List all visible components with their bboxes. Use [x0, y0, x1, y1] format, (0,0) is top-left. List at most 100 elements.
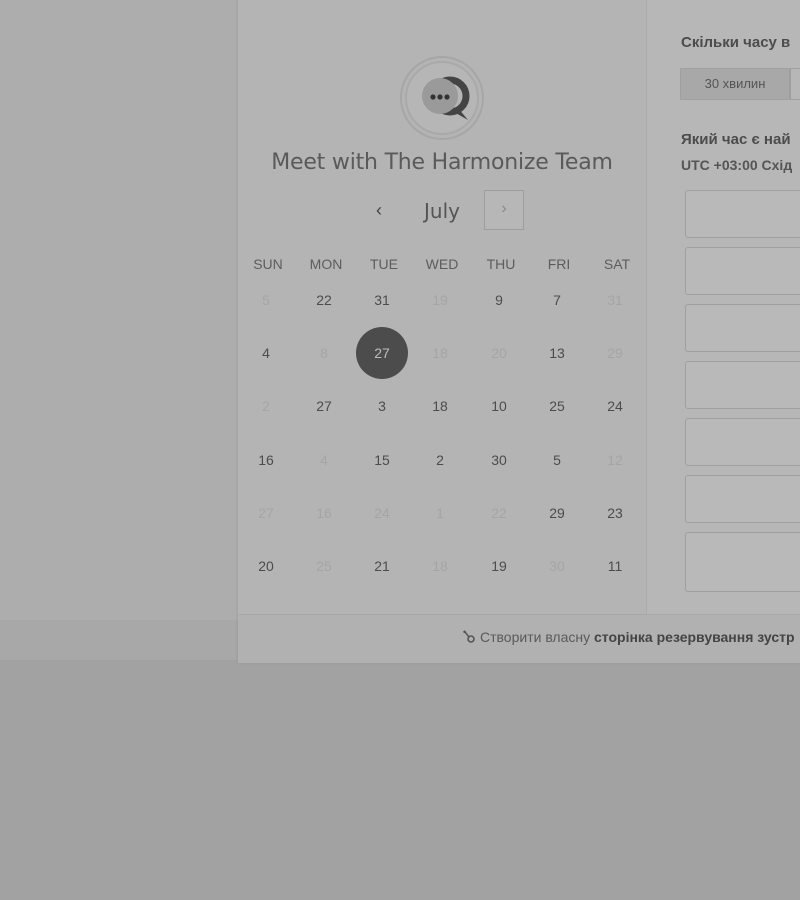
calendar-day-number: 19: [432, 292, 448, 308]
calendar-day[interactable]: 2: [414, 452, 466, 468]
calendar-day[interactable]: 24: [589, 398, 641, 414]
calendar-day-number: 12: [607, 452, 623, 468]
calendar-week-row: 4 8 27 18 20 13 29: [238, 327, 646, 379]
calendar-day-number: 19: [491, 558, 507, 574]
calendar-day: 24: [356, 505, 408, 521]
calendar-day: 22: [473, 505, 525, 521]
calendar-day[interactable]: 13: [531, 345, 583, 361]
calendar-day-number: 22: [491, 505, 507, 521]
calendar-day-number: 20: [491, 345, 507, 361]
calendar-day-number: 7: [553, 292, 561, 308]
calendar-day[interactable]: 15: [356, 452, 408, 468]
calendar-day[interactable]: 20: [240, 558, 292, 574]
calendar-day-number: 5: [553, 452, 561, 468]
calendar-week-row: 5 22 31 19 9 7 31: [238, 292, 646, 316]
weekday-label: TUE: [370, 256, 398, 272]
weekday-label: THU: [486, 256, 516, 272]
calendar-day[interactable]: 30: [473, 452, 525, 468]
calendar-day[interactable]: 29: [531, 505, 583, 521]
duration-option-button[interactable]: [790, 68, 800, 100]
meetings-widget: Meet with The Harmonize Team ‹ July › SU…: [238, 0, 800, 663]
calendar-day[interactable]: 16: [240, 452, 292, 468]
calendar-day: 25: [298, 558, 350, 574]
calendar-day-number: 25: [316, 558, 332, 574]
calendar-day-number: 4: [320, 452, 328, 468]
hubspot-sprocket-icon: [462, 630, 476, 647]
calendar-day[interactable]: 5: [531, 452, 583, 468]
calendar-day-number: 27: [316, 398, 332, 414]
calendar-day[interactable]: 11: [589, 558, 641, 574]
calendar-week-row: 16 4 15 2 30 5 12: [238, 452, 646, 476]
calendar-day: 5: [240, 292, 292, 308]
calendar-day[interactable]: 18: [414, 398, 466, 414]
time-slot-button[interactable]: [685, 532, 800, 592]
calendar-day[interactable]: 10: [473, 398, 525, 414]
footer-link[interactable]: Створити власну сторінка резервування зу…: [462, 629, 795, 647]
calendar-day[interactable]: 23: [589, 505, 641, 521]
calendar-day-number: 5: [262, 292, 270, 308]
scheduler-pane: Скільки часу в 30 хвилин Який час є най …: [647, 0, 800, 614]
calendar-day-number: 27: [374, 345, 390, 361]
calendar-day[interactable]: 4: [240, 345, 292, 361]
calendar-day-number: 15: [374, 452, 390, 468]
calendar-day[interactable]: 9: [473, 292, 525, 308]
calendar-day: 27: [240, 505, 292, 521]
calendar-day-number: 18: [432, 558, 448, 574]
next-month-button[interactable]: ›: [484, 190, 524, 230]
timezone-label[interactable]: UTC +03:00 Схід: [681, 157, 792, 173]
prev-month-button[interactable]: ‹: [364, 196, 394, 226]
time-slot-button[interactable]: [685, 475, 800, 523]
meeting-title: Meet with The Harmonize Team: [271, 150, 613, 175]
time-slot-button[interactable]: [685, 190, 800, 238]
calendar-day-number: 29: [549, 505, 565, 521]
calendar-day-number: 31: [374, 292, 390, 308]
calendar-day[interactable]: 25: [531, 398, 583, 414]
calendar-day[interactable]: 21: [356, 558, 408, 574]
chevron-left-icon: ‹: [376, 200, 382, 220]
weekday-header-row: SUN MON TUE WED THU FRI SAT: [238, 252, 646, 276]
calendar-day-number: 22: [316, 292, 332, 308]
calendar-day: 2: [240, 398, 292, 414]
calendar-day-number: 31: [607, 292, 623, 308]
calendar-day-number: 8: [320, 345, 328, 361]
calendar-day-number: 2: [436, 452, 444, 468]
calendar-day-number: 3: [378, 398, 386, 414]
time-slot-button[interactable]: [685, 247, 800, 295]
weekday-label: MON: [309, 256, 343, 272]
weekday-label: SAT: [603, 256, 631, 272]
calendar-day: 1: [414, 505, 466, 521]
calendar-day-number: 20: [258, 558, 274, 574]
calendar-day: 18: [414, 558, 466, 574]
time-slot-button[interactable]: [685, 304, 800, 352]
calendar-day-number: 9: [495, 292, 503, 308]
calendar-day[interactable]: 27: [298, 398, 350, 414]
weekday-label: FRI: [547, 256, 571, 272]
calendar-day-number: 10: [491, 398, 507, 414]
duration-question: Скільки часу в: [681, 34, 791, 51]
calendar-grid: SUN MON TUE WED THU FRI SAT 5 22 31 19 9 7 31 4…: [238, 252, 646, 574]
calendar-day[interactable]: 7: [531, 292, 583, 308]
calendar-week-row: 27 16 24 1 22 29 23: [238, 505, 646, 529]
page: Meet with The Harmonize Team ‹ July › SU…: [0, 0, 800, 900]
calendar-day[interactable]: 22: [298, 292, 350, 308]
calendar-day-number: 27: [258, 505, 274, 521]
time-slot-button[interactable]: [685, 418, 800, 466]
duration-30-button[interactable]: 30 хвилин: [680, 68, 790, 100]
calendar-day-number: 23: [607, 505, 623, 521]
calendar-day-number: 2: [262, 398, 270, 414]
calendar-day-selected[interactable]: 27: [356, 327, 408, 379]
calendar-day-number: 29: [607, 345, 623, 361]
footer: Створити власну сторінка резервування зу…: [238, 614, 800, 663]
calendar-day[interactable]: 19: [473, 558, 525, 574]
calendar-day[interactable]: 3: [356, 398, 408, 414]
calendar-day: 20: [473, 345, 525, 361]
calendar-day: 31: [589, 292, 641, 308]
chat-avatar-icon: [400, 56, 484, 140]
month-label: July: [424, 199, 460, 223]
time-slot-button[interactable]: [685, 361, 800, 409]
calendar-day: 18: [414, 345, 466, 361]
calendar-day[interactable]: 31: [356, 292, 408, 308]
calendar-day: 8: [298, 345, 350, 361]
chevron-right-icon: ›: [501, 200, 507, 217]
calendar-day-number: 11: [607, 558, 623, 574]
